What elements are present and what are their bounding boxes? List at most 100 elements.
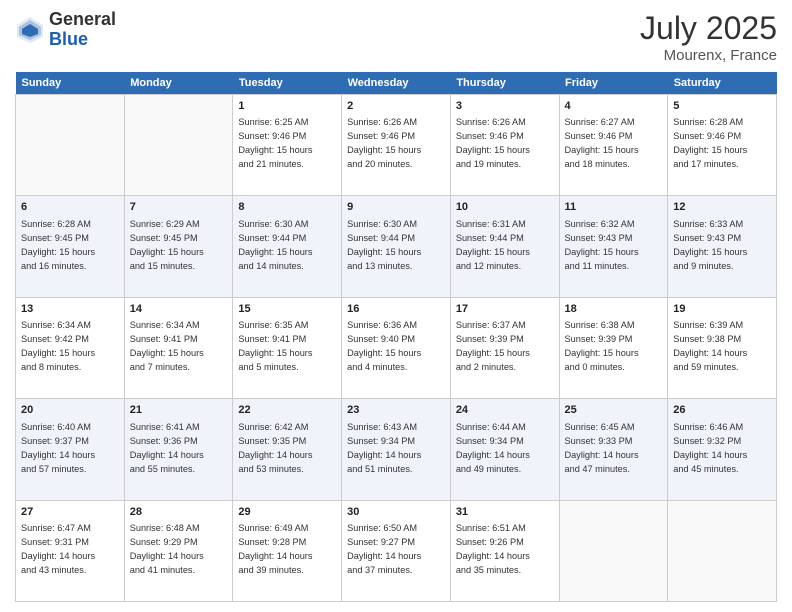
day-number: 11 [565, 200, 663, 215]
col-tuesday: Tuesday [233, 72, 342, 95]
logo-text: General Blue [49, 10, 116, 50]
table-row: 25 Sunrise: 6:45 AM Sunset: 9:33 PM Dayli… [559, 399, 668, 500]
day-number: 26 [673, 403, 771, 418]
day-info: Sunrise: 6:48 AM Sunset: 9:29 PM Dayligh… [130, 523, 204, 575]
day-number: 14 [130, 302, 228, 317]
table-row [668, 500, 777, 601]
day-info: Sunrise: 6:46 AM Sunset: 9:32 PM Dayligh… [673, 422, 747, 474]
page: General Blue July 2025 Mourenx, France S… [0, 0, 792, 612]
table-row: 7 Sunrise: 6:29 AM Sunset: 9:45 PM Daylig… [124, 196, 233, 297]
table-row [559, 500, 668, 601]
table-row: 21 Sunrise: 6:41 AM Sunset: 9:36 PM Dayli… [124, 399, 233, 500]
table-row: 29Sunrise: 6:49 AM Sunset: 9:28 PM Dayli… [233, 500, 342, 601]
table-row: 26 Sunrise: 6:46 AM Sunset: 9:32 PM Dayli… [668, 399, 777, 500]
day-number: 22 [238, 403, 336, 418]
table-row: 24 Sunrise: 6:44 AM Sunset: 9:34 PM Dayli… [450, 399, 559, 500]
table-row: 23 Sunrise: 6:43 AM Sunset: 9:34 PM Dayli… [342, 399, 451, 500]
day-info: Sunrise: 6:50 AM Sunset: 9:27 PM Dayligh… [347, 523, 421, 575]
day-info: Sunrise: 6:49 AM Sunset: 9:28 PM Dayligh… [238, 523, 312, 575]
table-row: 6 Sunrise: 6:28 AM Sunset: 9:45 PM Daylig… [16, 196, 125, 297]
day-number: 13 [21, 302, 119, 317]
day-info: Sunrise: 6:40 AM Sunset: 9:37 PM Dayligh… [21, 422, 95, 474]
day-number: 3 [456, 99, 554, 114]
day-info: Sunrise: 6:28 AM Sunset: 9:46 PM Dayligh… [673, 117, 747, 169]
day-number: 24 [456, 403, 554, 418]
day-number: 2 [347, 99, 445, 114]
day-info: Sunrise: 6:44 AM Sunset: 9:34 PM Dayligh… [456, 422, 530, 474]
day-number: 1 [238, 99, 336, 114]
calendar-header-row: Sunday Monday Tuesday Wednesday Thursday… [16, 72, 777, 95]
day-info: Sunrise: 6:30 AM Sunset: 9:44 PM Dayligh… [238, 219, 312, 271]
logo-general: General [49, 10, 116, 30]
day-number: 19 [673, 302, 771, 317]
title-block: July 2025 Mourenx, France [640, 10, 777, 64]
day-info: Sunrise: 6:27 AM Sunset: 9:46 PM Dayligh… [565, 117, 639, 169]
calendar-week-row: 1 Sunrise: 6:25 AM Sunset: 9:46 PM Daylig… [16, 95, 777, 196]
day-number: 21 [130, 403, 228, 418]
day-info: Sunrise: 6:26 AM Sunset: 9:46 PM Dayligh… [347, 117, 421, 169]
day-number: 30 [347, 505, 445, 520]
table-row [124, 95, 233, 196]
logo-icon [15, 15, 45, 45]
day-info: Sunrise: 6:28 AM Sunset: 9:45 PM Dayligh… [21, 219, 95, 271]
day-number: 15 [238, 302, 336, 317]
table-row [16, 95, 125, 196]
table-row: 30 Sunrise: 6:50 AM Sunset: 9:27 PM Dayli… [342, 500, 451, 601]
day-info: Sunrise: 6:43 AM Sunset: 9:34 PM Dayligh… [347, 422, 421, 474]
table-row: 3 Sunrise: 6:26 AM Sunset: 9:46 PM Daylig… [450, 95, 559, 196]
table-row: 1 Sunrise: 6:25 AM Sunset: 9:46 PM Daylig… [233, 95, 342, 196]
table-row: 8 Sunrise: 6:30 AM Sunset: 9:44 PM Daylig… [233, 196, 342, 297]
day-info: Sunrise: 6:33 AM Sunset: 9:43 PM Dayligh… [673, 219, 747, 271]
calendar-week-row: 6 Sunrise: 6:28 AM Sunset: 9:45 PM Daylig… [16, 196, 777, 297]
day-info: Sunrise: 6:34 AM Sunset: 9:42 PM Dayligh… [21, 320, 95, 372]
day-number: 23 [347, 403, 445, 418]
table-row: 22 Sunrise: 6:42 AM Sunset: 9:35 PM Dayli… [233, 399, 342, 500]
col-monday: Monday [124, 72, 233, 95]
col-sunday: Sunday [16, 72, 125, 95]
day-info: Sunrise: 6:32 AM Sunset: 9:43 PM Dayligh… [565, 219, 639, 271]
table-row: 15Sunrise: 6:35 AM Sunset: 9:41 PM Dayli… [233, 297, 342, 398]
day-number: 9 [347, 200, 445, 215]
day-info: Sunrise: 6:25 AM Sunset: 9:46 PM Dayligh… [238, 117, 312, 169]
day-number: 6 [21, 200, 119, 215]
table-row: 31Sunrise: 6:51 AM Sunset: 9:26 PM Dayli… [450, 500, 559, 601]
calendar-table: Sunday Monday Tuesday Wednesday Thursday… [15, 72, 777, 602]
day-info: Sunrise: 6:34 AM Sunset: 9:41 PM Dayligh… [130, 320, 204, 372]
day-number: 7 [130, 200, 228, 215]
table-row: 18 Sunrise: 6:38 AM Sunset: 9:39 PM Dayli… [559, 297, 668, 398]
table-row: 5 Sunrise: 6:28 AM Sunset: 9:46 PM Daylig… [668, 95, 777, 196]
table-row: 12 Sunrise: 6:33 AM Sunset: 9:43 PM Dayli… [668, 196, 777, 297]
day-info: Sunrise: 6:29 AM Sunset: 9:45 PM Dayligh… [130, 219, 204, 271]
col-thursday: Thursday [450, 72, 559, 95]
table-row: 16Sunrise: 6:36 AM Sunset: 9:40 PM Dayli… [342, 297, 451, 398]
day-info: Sunrise: 6:42 AM Sunset: 9:35 PM Dayligh… [238, 422, 312, 474]
col-friday: Friday [559, 72, 668, 95]
day-info: Sunrise: 6:41 AM Sunset: 9:36 PM Dayligh… [130, 422, 204, 474]
table-row: 4Sunrise: 6:27 AM Sunset: 9:46 PM Daylig… [559, 95, 668, 196]
day-info: Sunrise: 6:51 AM Sunset: 9:26 PM Dayligh… [456, 523, 530, 575]
calendar-week-row: 27Sunrise: 6:47 AM Sunset: 9:31 PM Dayli… [16, 500, 777, 601]
day-number: 25 [565, 403, 663, 418]
day-info: Sunrise: 6:26 AM Sunset: 9:46 PM Dayligh… [456, 117, 530, 169]
day-info: Sunrise: 6:45 AM Sunset: 9:33 PM Dayligh… [565, 422, 639, 474]
day-number: 12 [673, 200, 771, 215]
day-number: 5 [673, 99, 771, 114]
table-row: 27Sunrise: 6:47 AM Sunset: 9:31 PM Dayli… [16, 500, 125, 601]
table-row: 14 Sunrise: 6:34 AM Sunset: 9:41 PM Dayli… [124, 297, 233, 398]
col-saturday: Saturday [668, 72, 777, 95]
table-row: 28Sunrise: 6:48 AM Sunset: 9:29 PM Dayli… [124, 500, 233, 601]
col-wednesday: Wednesday [342, 72, 451, 95]
day-number: 8 [238, 200, 336, 215]
day-info: Sunrise: 6:37 AM Sunset: 9:39 PM Dayligh… [456, 320, 530, 372]
day-number: 16 [347, 302, 445, 317]
day-number: 18 [565, 302, 663, 317]
day-info: Sunrise: 6:47 AM Sunset: 9:31 PM Dayligh… [21, 523, 95, 575]
table-row: 11 Sunrise: 6:32 AM Sunset: 9:43 PM Dayli… [559, 196, 668, 297]
table-row: 19Sunrise: 6:39 AM Sunset: 9:38 PM Dayli… [668, 297, 777, 398]
day-number: 17 [456, 302, 554, 317]
day-number: 20 [21, 403, 119, 418]
day-info: Sunrise: 6:30 AM Sunset: 9:44 PM Dayligh… [347, 219, 421, 271]
table-row: 17 Sunrise: 6:37 AM Sunset: 9:39 PM Dayli… [450, 297, 559, 398]
table-row: 20 Sunrise: 6:40 AM Sunset: 9:37 PM Dayli… [16, 399, 125, 500]
day-info: Sunrise: 6:38 AM Sunset: 9:39 PM Dayligh… [565, 320, 639, 372]
